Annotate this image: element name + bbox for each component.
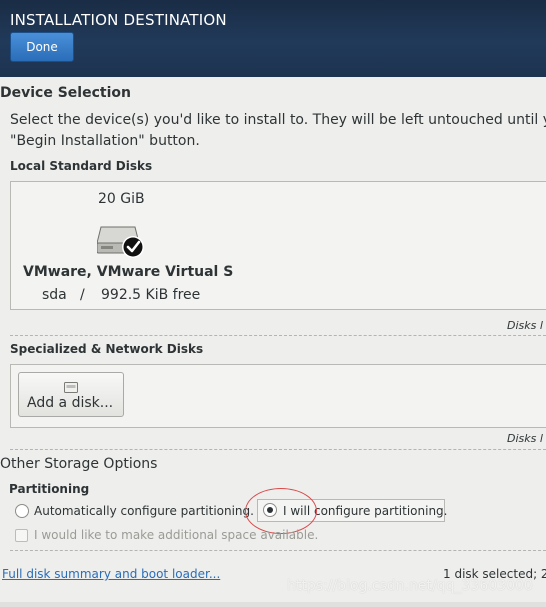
disk-name: VMware, VMware Virtual S	[23, 264, 234, 280]
watermark-text: https://blog.csdn.net/qq_33603000	[287, 578, 533, 594]
local-disks-panel: 20 GiB VMware, VMware Virtual S sda / 99…	[10, 181, 546, 310]
auto-partitioning-radio[interactable]	[15, 504, 29, 518]
network-disks-panel: Add a disk...	[10, 364, 546, 428]
done-button[interactable]: Done	[10, 32, 74, 62]
header-bar: INSTALLATION DESTINATION Done	[0, 0, 546, 77]
device-selection-description-1: Select the device(s) you'd like to insta…	[10, 112, 546, 128]
page-title: INSTALLATION DESTINATION	[10, 11, 227, 29]
device-selection-heading: Device Selection	[0, 85, 131, 101]
disk-separator: /	[80, 287, 85, 303]
disk-item-sda[interactable]: 20 GiB VMware, VMware Virtual S sda / 99…	[11, 182, 234, 309]
divider	[10, 335, 546, 336]
extra-space-label[interactable]: I would like to make additional space av…	[34, 528, 318, 542]
divider	[10, 550, 546, 551]
disk-device: sda	[42, 287, 67, 303]
divider	[10, 449, 546, 450]
device-selection-description-2: "Begin Installation" button.	[10, 133, 200, 149]
main-content: Device Selection Select the device(s) yo…	[0, 77, 546, 607]
network-disks-note: Disks l	[507, 432, 543, 445]
add-disk-button[interactable]: Add a disk...	[18, 372, 124, 417]
local-disks-note: Disks l	[507, 319, 543, 332]
extra-space-checkbox[interactable]	[15, 529, 28, 542]
disk-free-space: 992.5 KiB free	[101, 287, 201, 303]
disk-summary-link[interactable]: Full disk summary and boot loader...	[2, 567, 220, 581]
disk-size: 20 GiB	[98, 191, 145, 207]
bottom-edge	[0, 602, 546, 607]
other-storage-heading: Other Storage Options	[0, 456, 158, 472]
local-disks-heading: Local Standard Disks	[10, 159, 153, 173]
auto-partitioning-label[interactable]: Automatically configure partitioning.	[34, 504, 254, 518]
hard-disk-icon	[96, 221, 147, 261]
disk-icon	[64, 378, 78, 393]
add-disk-label: Add a disk...	[27, 395, 114, 411]
partitioning-heading: Partitioning	[9, 482, 90, 496]
network-disks-heading: Specialized & Network Disks	[10, 342, 204, 356]
